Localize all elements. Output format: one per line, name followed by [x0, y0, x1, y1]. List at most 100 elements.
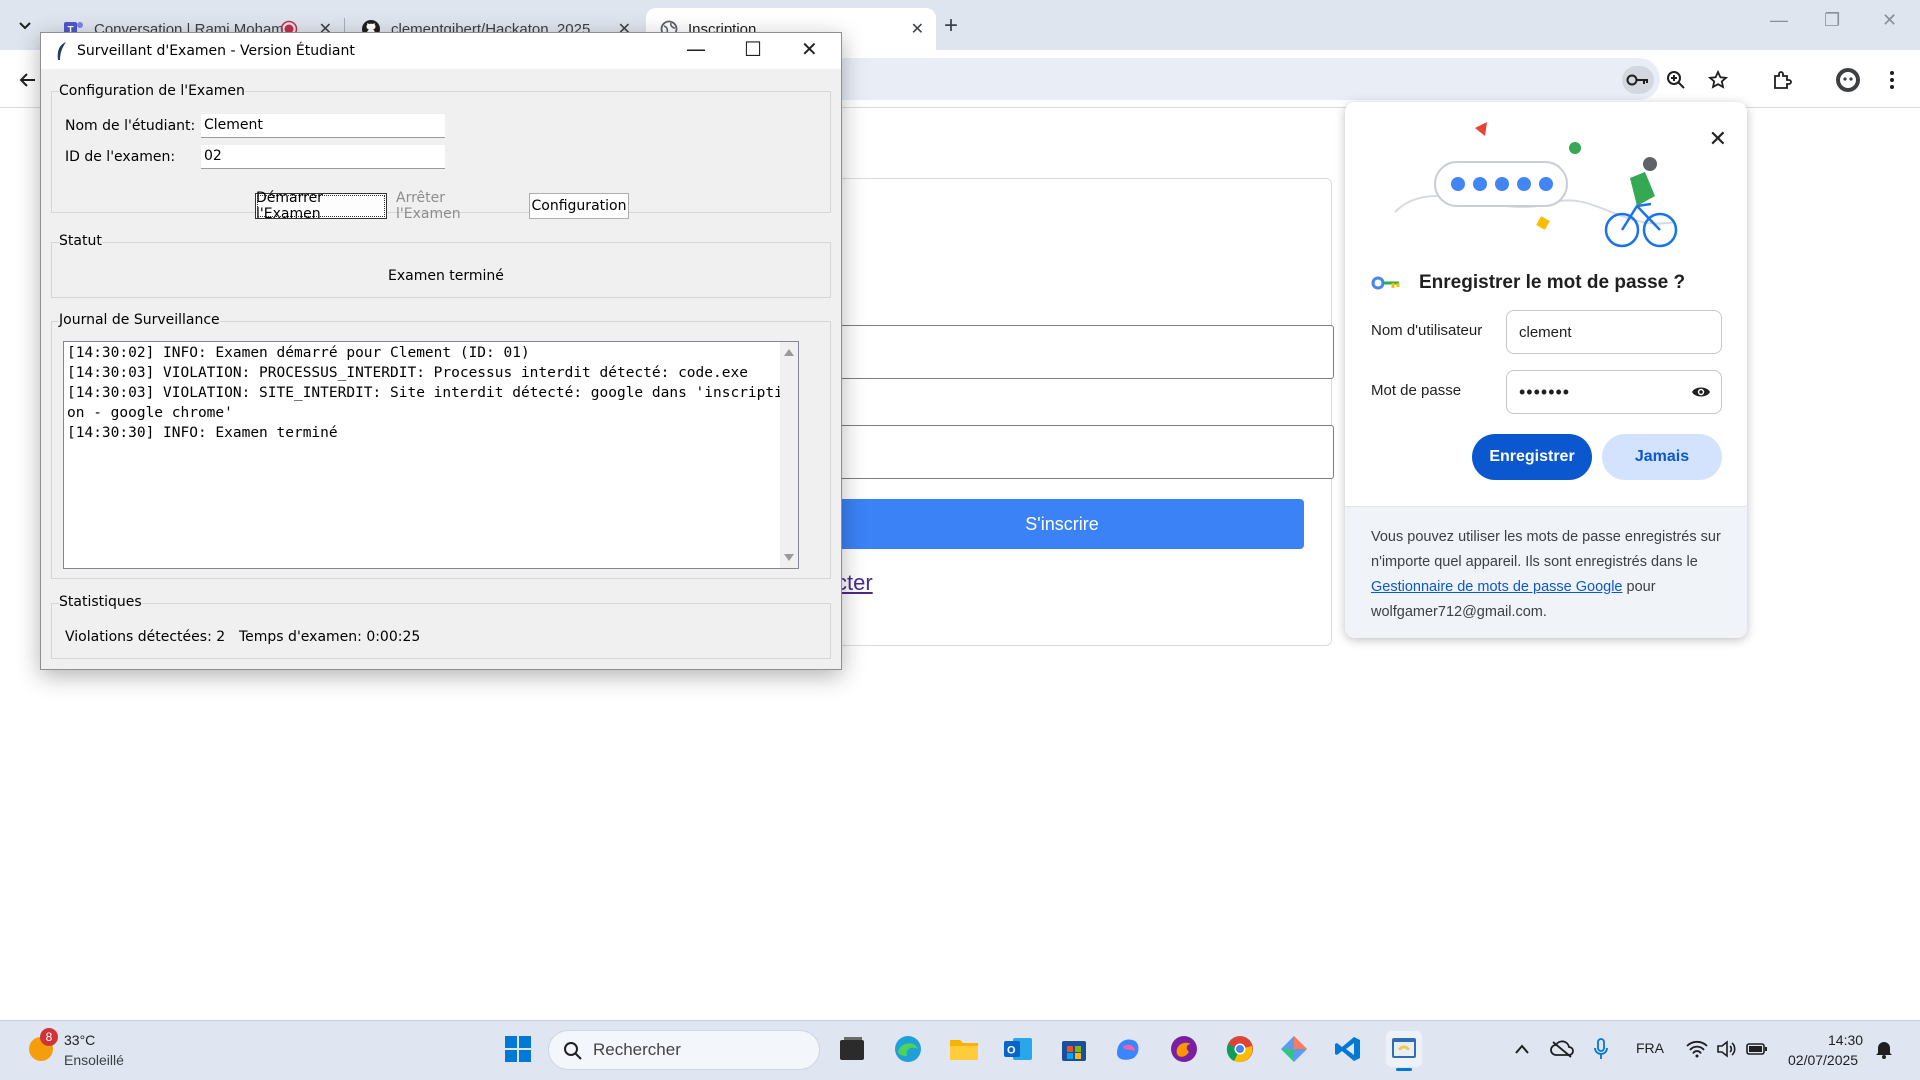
- signup-input-1[interactable]: [820, 325, 1334, 379]
- browser-restore-button[interactable]: ❐: [1824, 10, 1840, 31]
- tab-close-button[interactable]: ✕: [911, 19, 924, 39]
- profile-button[interactable]: [1834, 66, 1862, 94]
- window-titlebar[interactable]: Surveillant d'Examen - Version Étudiant …: [41, 33, 841, 69]
- window-title: Surveillant d'Examen - Version Étudiant: [77, 43, 355, 59]
- clock-time[interactable]: 14:30: [1828, 1032, 1863, 1048]
- username-field[interactable]: clement: [1506, 310, 1722, 354]
- clock-date[interactable]: 02/07/2025: [1788, 1052, 1858, 1068]
- star-icon: [1708, 70, 1728, 89]
- stop-exam-button[interactable]: Arrêter l'Examen: [395, 190, 511, 222]
- vscode-app[interactable]: [1330, 1031, 1366, 1067]
- config-section-title: Configuration de l'Examen: [59, 83, 245, 99]
- chevron-up-icon[interactable]: [1514, 1043, 1530, 1055]
- windows-icon: [505, 1036, 531, 1062]
- log-text-area[interactable]: [14:30:02] INFO: Examen démarré pour Cle…: [63, 341, 799, 569]
- dialog-header: Enregistrer le mot de passe ?: [1371, 272, 1685, 294]
- folder-icon: [950, 1040, 978, 1060]
- password-key-button[interactable]: [1622, 66, 1654, 94]
- svg-text:O: O: [1007, 1045, 1016, 1057]
- password-field[interactable]: •••••••: [1506, 370, 1722, 414]
- violations-count: Violations détectées: 2: [65, 629, 226, 645]
- username-label: Nom d'utilisateur: [1371, 322, 1483, 339]
- microphone-icon[interactable]: [1594, 1038, 1608, 1060]
- signup-submit-button[interactable]: S'inscrire: [820, 499, 1304, 549]
- configuration-button[interactable]: Configuration: [529, 193, 629, 219]
- log-line: [14:30:30] INFO: Examen terminé: [67, 425, 338, 441]
- dialog-footer: Vous pouvez utiliser les mots de passe e…: [1345, 506, 1747, 638]
- python-app[interactable]: [1386, 1031, 1422, 1071]
- outlook-app[interactable]: O: [1000, 1031, 1036, 1067]
- feather-icon: [57, 42, 66, 60]
- battery-icon[interactable]: [1746, 1041, 1768, 1057]
- maximize-button[interactable]: ☐: [744, 37, 762, 61]
- log-line: [14:30:03] VIOLATION: PROCESSUS_INTERDIT…: [67, 365, 748, 381]
- taskview-icon: [840, 1037, 864, 1060]
- chrome-app[interactable]: [1222, 1031, 1258, 1067]
- tab-search-button[interactable]: [12, 12, 38, 38]
- menu-button[interactable]: [1878, 66, 1906, 94]
- m365-app[interactable]: [1110, 1031, 1146, 1067]
- active-app-indicator: [1396, 1068, 1412, 1071]
- browser-minimize-button[interactable]: —: [1770, 10, 1788, 31]
- save-button[interactable]: Enregistrer: [1472, 434, 1592, 480]
- paint-app[interactable]: [1276, 1031, 1312, 1067]
- password-value: •••••••: [1519, 381, 1571, 402]
- back-button[interactable]: [14, 66, 42, 94]
- scroll-down-icon[interactable]: [784, 554, 794, 562]
- eye-icon[interactable]: [1691, 385, 1711, 399]
- file-explorer-app[interactable]: [946, 1031, 982, 1067]
- log-line: [14:30:02] INFO: Examen démarré pour Cle…: [67, 345, 530, 361]
- log-scrollbar[interactable]: [780, 342, 798, 568]
- status-section-title: Statut: [59, 233, 102, 249]
- scroll-up-icon[interactable]: [784, 348, 794, 356]
- weather-desc: Ensoleillé: [64, 1052, 124, 1068]
- exam-monitor-window: Surveillant d'Examen - Version Étudiant …: [40, 32, 842, 670]
- firefox-app[interactable]: [1166, 1031, 1202, 1067]
- volume-icon[interactable]: [1716, 1040, 1736, 1058]
- m365-icon: [1117, 1039, 1139, 1060]
- exam-time: Temps d'examen: 0:00:25: [239, 629, 421, 645]
- status-text: Examen terminé: [388, 268, 504, 284]
- bookmark-button[interactable]: [1704, 66, 1732, 94]
- log-line: [14:30:03] VIOLATION: SITE_INTERDIT: Sit…: [67, 385, 783, 421]
- new-tab-button[interactable]: +: [944, 12, 958, 40]
- language-indicator[interactable]: FRA: [1636, 1040, 1664, 1056]
- weather-temp: 33°C: [64, 1032, 96, 1048]
- close-button[interactable]: ✕: [801, 37, 818, 61]
- start-exam-button[interactable]: Démarrer l'Examen: [255, 190, 387, 222]
- wifi-icon[interactable]: [1686, 1040, 1708, 1058]
- search-icon: [564, 1042, 582, 1060]
- notification-bell-icon[interactable]: [1874, 1039, 1894, 1059]
- taskview-app[interactable]: [834, 1031, 870, 1067]
- signup-input-2[interactable]: [820, 425, 1334, 479]
- chrome-icon: [1226, 1036, 1253, 1063]
- more-vert-icon: [1890, 71, 1894, 89]
- diamond-icon: [1281, 1036, 1307, 1062]
- browser-close-button[interactable]: ✕: [1882, 10, 1897, 31]
- extensions-button[interactable]: [1768, 66, 1796, 94]
- avatar-icon: [1836, 68, 1860, 92]
- taskbar-search[interactable]: Rechercher: [548, 1030, 820, 1070]
- search-placeholder: Rechercher: [593, 1040, 681, 1059]
- exam-id-label: ID de l'examen:: [65, 149, 176, 165]
- cloud-offline-icon[interactable]: [1550, 1040, 1574, 1058]
- python-window-icon: [1392, 1038, 1416, 1058]
- edge-app[interactable]: [890, 1031, 926, 1067]
- minimize-button[interactable]: —: [686, 37, 706, 61]
- google-key-icon: [1371, 276, 1400, 290]
- start-button[interactable]: [500, 1031, 536, 1067]
- close-icon[interactable]: ✕: [1709, 126, 1727, 152]
- student-name-input[interactable]: Clement: [201, 114, 445, 138]
- exam-id-input[interactable]: 02: [201, 145, 445, 169]
- footer-text: Vous pouvez utiliser les mots de passe e…: [1371, 529, 1721, 570]
- zoom-button[interactable]: [1662, 66, 1690, 94]
- zoom-icon: [1667, 71, 1685, 89]
- cyclist-illustration-icon: [1394, 122, 1678, 248]
- never-button[interactable]: Jamais: [1602, 434, 1722, 480]
- dialog-title: Enregistrer le mot de passe ?: [1419, 272, 1686, 293]
- password-manager-link[interactable]: Gestionnaire de mots de passe Google: [1371, 579, 1622, 595]
- vscode-icon: [1335, 1037, 1360, 1061]
- arrow-left-icon: [19, 73, 35, 87]
- key-icon: [1626, 74, 1648, 86]
- store-app[interactable]: [1056, 1031, 1092, 1067]
